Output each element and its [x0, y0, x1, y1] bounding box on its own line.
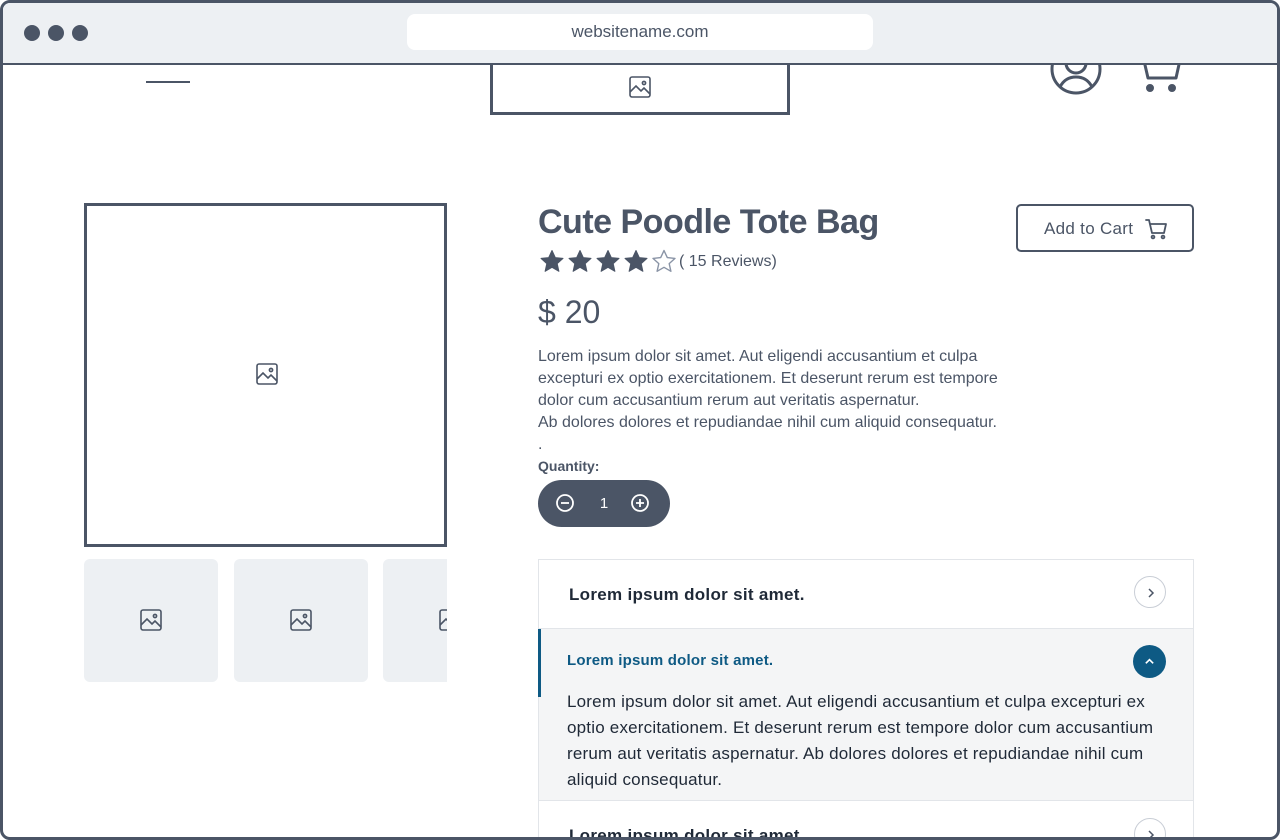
accordion-title[interactable]: Lorem ipsum dolor sit amet. [567, 652, 773, 669]
hamburger-menu-icon[interactable] [146, 65, 190, 85]
thumbnail[interactable] [234, 559, 368, 682]
window-dot-icon [24, 25, 40, 41]
minus-circle-icon[interactable] [555, 493, 575, 513]
shopping-cart-icon[interactable] [1134, 65, 1182, 95]
quantity-stepper: 1 [538, 480, 670, 527]
reviews-count[interactable]: ( 15 Reviews) [679, 253, 777, 271]
accordion-item-expanded[interactable]: Lorem ipsum dolor sit amet. Lorem ipsum … [538, 628, 1194, 801]
browser-window: websitename.com Cute Poodle Tote Bag (1… [0, 0, 1280, 840]
star-filled-icon [540, 250, 564, 272]
accordion-item[interactable]: Lorem ipsum dolor sit amet. [538, 559, 1194, 629]
thumbnail[interactable] [84, 559, 218, 682]
star-outline-icon [652, 249, 676, 272]
accordion-title[interactable]: Lorem ipsum dolor sit amet. [569, 826, 805, 837]
accordion-item[interactable]: Lorem ipsum dolor sit amet. [538, 800, 1194, 837]
quantity-label: Quantity: [538, 458, 600, 474]
star-filled-icon [568, 250, 592, 272]
product-price: $ 20 [538, 294, 601, 330]
main-product-image[interactable] [84, 203, 447, 547]
add-to-cart-button[interactable]: Add to Cart [1016, 204, 1194, 252]
chevron-right-button[interactable] [1134, 818, 1166, 837]
address-bar[interactable]: websitename.com [407, 14, 873, 50]
image-placeholder-icon [140, 609, 162, 631]
accordion-body: Lorem ipsum dolor sit amet. Aut eligendi… [567, 692, 1154, 789]
window-dot-icon [48, 25, 64, 41]
stars-container [538, 248, 678, 276]
quantity-value[interactable]: 1 [590, 480, 618, 527]
image-placeholder-icon [256, 363, 278, 385]
chevron-right-icon [1148, 830, 1155, 837]
window-dot-icon [72, 25, 88, 41]
chevron-up-icon [1145, 658, 1154, 664]
logo-placeholder[interactable] [490, 65, 790, 115]
image-placeholder-icon [629, 76, 651, 98]
add-to-cart-label: Add to Cart [1044, 219, 1134, 238]
active-indicator [538, 629, 541, 697]
chevron-up-button[interactable] [1133, 645, 1166, 678]
shopping-cart-icon [1145, 219, 1167, 240]
product-accordion: Lorem ipsum dolor sit amet. Lorem ipsum … [538, 559, 1194, 837]
thumbnail-strip [84, 559, 447, 683]
description-paragraph: Lorem ipsum dolor sit amet. Aut eligendi… [538, 348, 998, 409]
star-filled-icon [624, 250, 648, 272]
page-content: Cute Poodle Tote Bag ( 15 Reviews) $ 20 … [3, 65, 1277, 837]
chevron-right-button[interactable] [1134, 576, 1166, 608]
star-rating: ( 15 Reviews) [538, 248, 777, 276]
description-paragraph: . [538, 436, 543, 453]
chevron-right-icon [1148, 588, 1155, 598]
thumbnail[interactable] [383, 559, 447, 682]
product-description: Lorem ipsum dolor sit amet. Aut eligendi… [538, 346, 1028, 456]
accordion-title[interactable]: Lorem ipsum dolor sit amet. [569, 585, 805, 605]
user-circle-icon[interactable] [1050, 65, 1102, 95]
description-paragraph: Ab dolores dolores et repudiandae nihil … [538, 414, 997, 431]
product-title: Cute Poodle Tote Bag [538, 203, 879, 241]
browser-toolbar: websitename.com [3, 3, 1277, 65]
image-placeholder-icon [439, 609, 447, 631]
plus-circle-icon[interactable] [630, 493, 650, 513]
star-filled-icon [596, 250, 620, 272]
image-placeholder-icon [290, 609, 312, 631]
